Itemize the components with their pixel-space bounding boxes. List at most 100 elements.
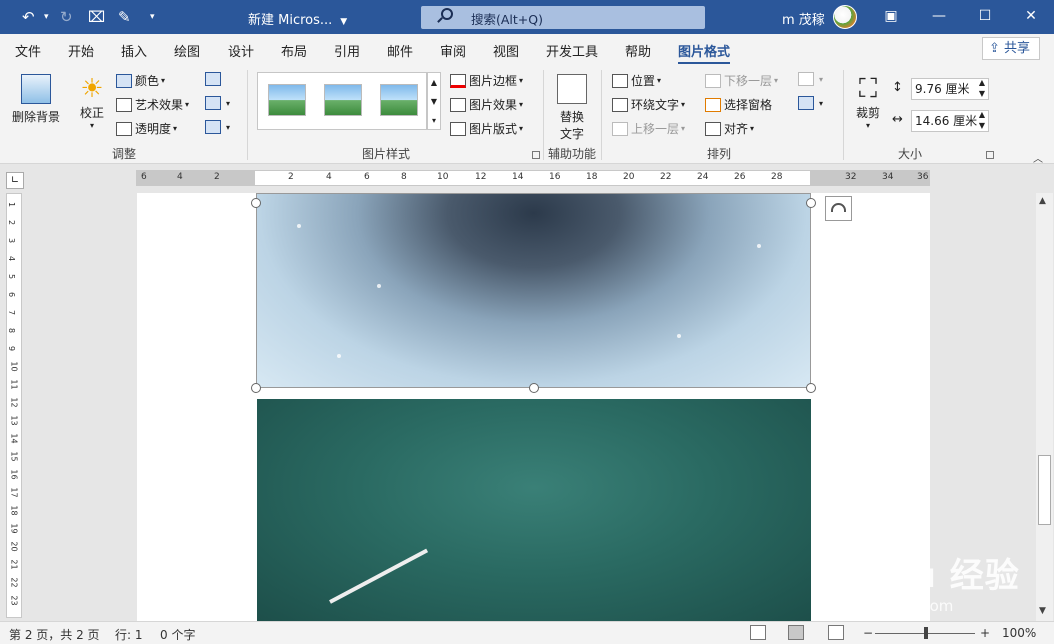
- dialog-launcher-icon[interactable]: [986, 151, 994, 159]
- minimize-icon[interactable]: —: [928, 6, 950, 26]
- resize-handle[interactable]: [251, 198, 261, 208]
- scroll-up-icon[interactable]: ▲: [1039, 196, 1046, 206]
- corrections-button[interactable]: ☀ 校正 ▾: [72, 74, 112, 130]
- tab-mailings[interactable]: 邮件: [387, 41, 413, 60]
- align-button[interactable]: 对齐 ▾: [705, 120, 754, 137]
- send-backward-button[interactable]: 下移一层 ▾: [705, 72, 778, 89]
- selection-pane-button[interactable]: 选择窗格: [705, 96, 772, 113]
- redo-icon[interactable]: ↻: [60, 7, 73, 27]
- picture-style-thumb[interactable]: [324, 84, 362, 116]
- transparency-icon: [116, 121, 132, 136]
- picture-style-thumb[interactable]: [268, 84, 306, 116]
- read-mode-icon[interactable]: [750, 625, 766, 640]
- dialog-launcher-icon[interactable]: [532, 151, 540, 159]
- picture-style-thumb[interactable]: [380, 84, 418, 116]
- resize-handle[interactable]: [529, 383, 539, 393]
- chevron-down-icon[interactable]: ▼: [428, 92, 440, 111]
- print-layout-icon[interactable]: [788, 625, 804, 640]
- resize-handle[interactable]: [806, 383, 816, 393]
- group-label-size: 大小: [898, 147, 923, 161]
- tab-references[interactable]: 引用: [334, 41, 360, 60]
- group-objects-button[interactable]: ▾: [798, 72, 823, 86]
- picture-styles-gallery[interactable]: [257, 72, 427, 130]
- web-layout-icon[interactable]: [828, 625, 844, 640]
- send-backward-label: 下移一层: [724, 74, 773, 88]
- picture-border-button[interactable]: 图片边框 ▾: [450, 72, 523, 89]
- line-number[interactable]: 行: 1: [115, 626, 143, 643]
- maximize-icon[interactable]: ☐: [974, 6, 996, 26]
- tab-review[interactable]: 审阅: [440, 41, 466, 60]
- zoom-in-button[interactable]: +: [980, 626, 990, 640]
- picture-layout-button[interactable]: 图片版式 ▾: [450, 120, 523, 137]
- remove-background-icon: [21, 74, 51, 104]
- compress-pictures-button[interactable]: [205, 72, 224, 86]
- layout-options-button[interactable]: [825, 196, 852, 221]
- user-name[interactable]: m 茂稼: [782, 9, 825, 28]
- owl-image[interactable]: [256, 193, 811, 388]
- spinner-icon[interactable]: ▲ ▼: [979, 77, 985, 99]
- vertical-ruler[interactable]: 1 2 3 4 5 6 7 8 9 10 11 12 13 14 15 16 1…: [6, 193, 22, 618]
- wrap-text-button[interactable]: 环绕文字 ▾: [612, 96, 685, 113]
- resize-handle[interactable]: [806, 198, 816, 208]
- ribbon-display-icon[interactable]: ▣: [880, 6, 902, 26]
- remove-background-button[interactable]: 删除背景: [8, 74, 64, 125]
- wrap-text-icon: [612, 97, 628, 112]
- gallery-more-icon[interactable]: ▾: [428, 111, 440, 130]
- tab-selector[interactable]: ∟: [6, 172, 24, 189]
- color-icon: [116, 73, 132, 88]
- word-count[interactable]: 0 个字: [160, 626, 195, 643]
- undo-icon[interactable]: ↶: [22, 7, 35, 27]
- tab-view[interactable]: 视图: [493, 41, 519, 60]
- avatar[interactable]: [833, 5, 857, 29]
- scrollbar-thumb[interactable]: [1038, 455, 1051, 525]
- group-label-adjust: 调整: [112, 147, 137, 161]
- touch-mode-icon[interactable]: ⌧: [88, 7, 105, 27]
- chevron-up-icon[interactable]: ▲: [428, 73, 440, 92]
- customize-toolbar-icon[interactable]: ▾: [150, 7, 155, 27]
- share-button[interactable]: ⇪ 共享: [982, 37, 1040, 60]
- artistic-effects-button[interactable]: 艺术效果 ▾: [116, 96, 189, 113]
- undo-dropdown-icon[interactable]: ▾: [44, 7, 49, 27]
- color-button[interactable]: 颜色 ▾: [116, 72, 165, 89]
- ruler-number: 2: [7, 219, 17, 226]
- alt-text-button[interactable]: 替换 文字: [550, 74, 594, 142]
- tab-file[interactable]: 文件: [15, 41, 41, 60]
- close-icon[interactable]: ✕: [1020, 6, 1042, 26]
- zoom-slider-knob[interactable]: [924, 627, 928, 639]
- rowing-boat-image[interactable]: [257, 399, 811, 621]
- tab-developer[interactable]: 开发工具: [546, 41, 598, 60]
- tab-help[interactable]: 帮助: [625, 41, 651, 60]
- page-count[interactable]: 第 2 页，共 2 页: [9, 626, 100, 643]
- zoom-out-button[interactable]: −: [863, 626, 873, 640]
- tab-design[interactable]: 设计: [228, 41, 254, 60]
- document-title[interactable]: 新建 Micros... ▼: [248, 9, 347, 28]
- width-value: 14.66 厘米: [915, 114, 978, 128]
- crop-button[interactable]: ⛶ 裁剪 ▾: [850, 74, 886, 130]
- zoom-level[interactable]: 100%: [1002, 626, 1036, 640]
- height-input[interactable]: 9.76 厘米 ▲ ▼: [911, 78, 989, 100]
- gallery-scroll[interactable]: ▲ ▼ ▾: [427, 72, 441, 130]
- horizontal-ruler[interactable]: 6 4 2 2 4 6 8 10 12 14 16 18 20 22 24 26…: [136, 170, 930, 186]
- tab-layout[interactable]: 布局: [281, 41, 307, 60]
- tab-insert[interactable]: 插入: [121, 41, 147, 60]
- bring-forward-button[interactable]: 上移一层 ▾: [612, 120, 685, 137]
- edit-icon[interactable]: ✎: [118, 7, 131, 27]
- ribbon-tabs: 文件 开始 插入 绘图 设计 布局 引用 邮件 审阅 视图 开发工具 帮助 图片…: [0, 34, 1054, 65]
- transparency-button[interactable]: 透明度 ▾: [116, 120, 177, 137]
- spinner-icon[interactable]: ▲ ▼: [979, 109, 985, 131]
- change-picture-button[interactable]: ▾: [205, 96, 230, 110]
- ruler-number: 9: [7, 345, 17, 352]
- width-input[interactable]: 14.66 厘米 ▲ ▼: [911, 110, 989, 132]
- rotate-button[interactable]: ▾: [798, 96, 823, 110]
- search-box[interactable]: 搜索(Alt+Q): [421, 6, 705, 29]
- tab-draw[interactable]: 绘图: [174, 41, 200, 60]
- collapse-ribbon-icon[interactable]: ︿: [1033, 150, 1043, 165]
- picture-effects-button[interactable]: 图片效果 ▾: [450, 96, 523, 113]
- tab-home[interactable]: 开始: [68, 41, 94, 60]
- vertical-scrollbar[interactable]: ▲ ▼: [1036, 193, 1053, 621]
- position-button[interactable]: 位置 ▾: [612, 72, 661, 89]
- scroll-down-icon[interactable]: ▼: [1039, 606, 1046, 616]
- tab-picture-format[interactable]: 图片格式: [678, 41, 731, 65]
- resize-handle[interactable]: [251, 383, 261, 393]
- reset-picture-button[interactable]: ▾: [205, 120, 230, 134]
